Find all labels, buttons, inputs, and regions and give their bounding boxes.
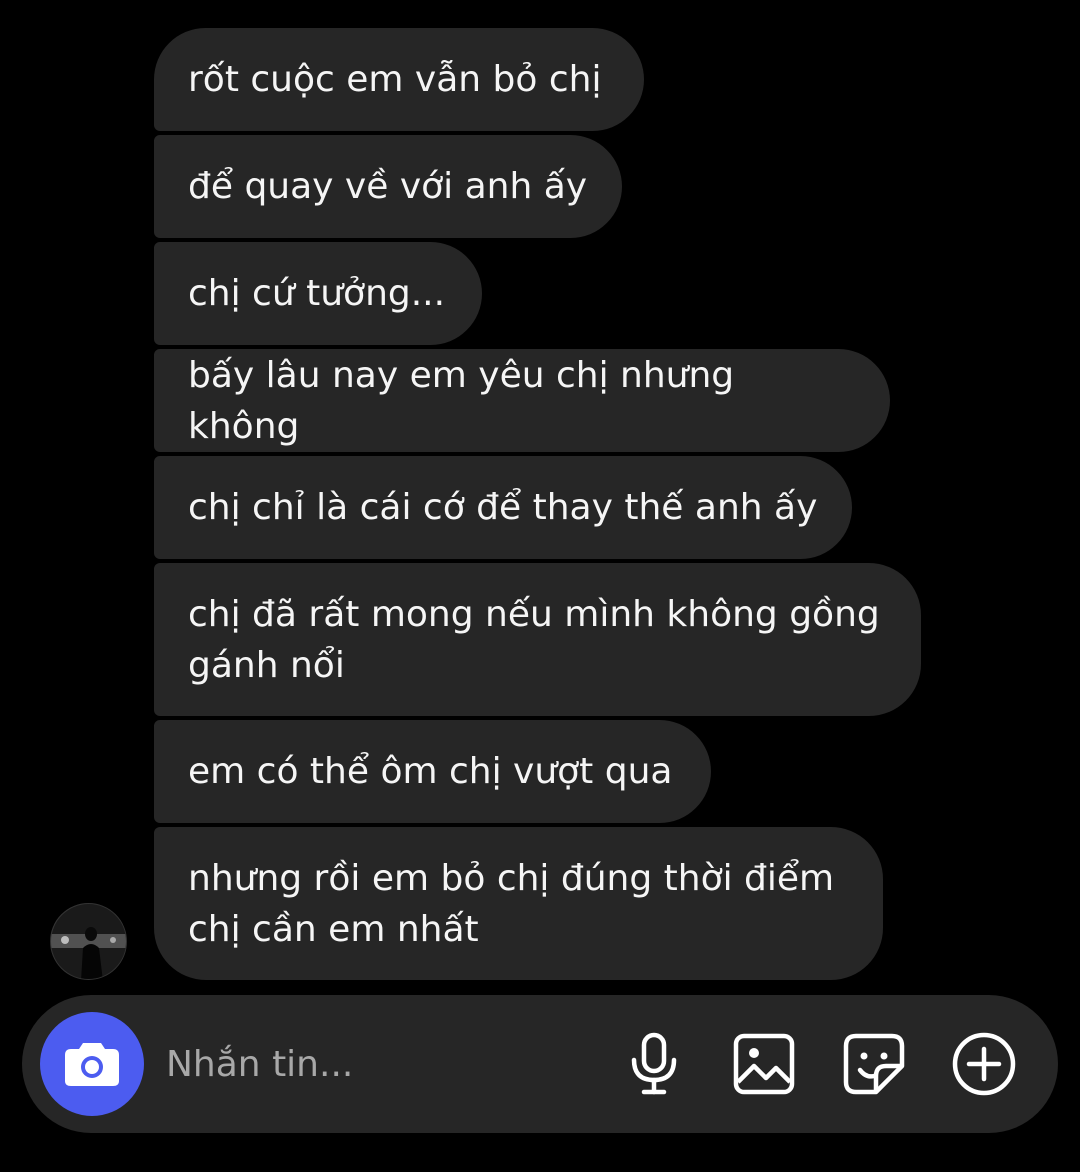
message-bubble[interactable]: rốt cuộc em vẫn bỏ chị xyxy=(154,28,644,131)
gallery-icon xyxy=(733,1033,795,1095)
message-bubble[interactable]: nhưng rồi em bỏ chị đúng thời điểm chị c… xyxy=(154,827,883,980)
sender-avatar[interactable] xyxy=(50,903,127,980)
message-text: rốt cuộc em vẫn bỏ chị xyxy=(188,59,602,100)
sticker-icon xyxy=(843,1033,905,1095)
message-thread: rốt cuộc em vẫn bỏ chị để quay về với an… xyxy=(0,0,1080,990)
message-bubble[interactable]: bấy lâu nay em yêu chị nhưng không xyxy=(154,349,890,452)
message-bubble[interactable]: em có thể ôm chị vượt qua xyxy=(154,720,711,823)
camera-button[interactable] xyxy=(40,1012,144,1116)
avatar-photo xyxy=(51,904,126,979)
message-text: chị chỉ là cái cớ để thay thế anh ấy xyxy=(188,487,818,528)
message-text: chị cứ tưởng... xyxy=(188,273,446,314)
message-text: bấy lâu nay em yêu chị nhưng không xyxy=(188,354,746,447)
message-bubble[interactable]: để quay về với anh ấy xyxy=(154,135,622,238)
microphone-icon xyxy=(631,1032,677,1095)
plus-circle-icon xyxy=(952,1032,1016,1096)
gallery-button[interactable] xyxy=(728,1028,800,1100)
message-text: nhưng rồi em bỏ chị đúng thời điểm chị c… xyxy=(188,857,835,950)
sticker-button[interactable] xyxy=(838,1028,910,1100)
camera-icon xyxy=(65,1043,119,1086)
message-text: chị đã rất mong nếu mình không gồng gánh… xyxy=(188,593,880,686)
microphone-button[interactable] xyxy=(618,1028,690,1100)
message-text: em có thể ôm chị vượt qua xyxy=(188,751,673,792)
message-input[interactable] xyxy=(166,1035,606,1093)
message-bubble[interactable]: chị đã rất mong nếu mình không gồng gánh… xyxy=(154,563,921,716)
more-button[interactable] xyxy=(948,1028,1020,1100)
message-composer xyxy=(22,995,1058,1133)
message-text: để quay về với anh ấy xyxy=(188,166,588,207)
message-bubble[interactable]: chị chỉ là cái cớ để thay thế anh ấy xyxy=(154,456,852,559)
message-bubble[interactable]: chị cứ tưởng... xyxy=(154,242,482,345)
